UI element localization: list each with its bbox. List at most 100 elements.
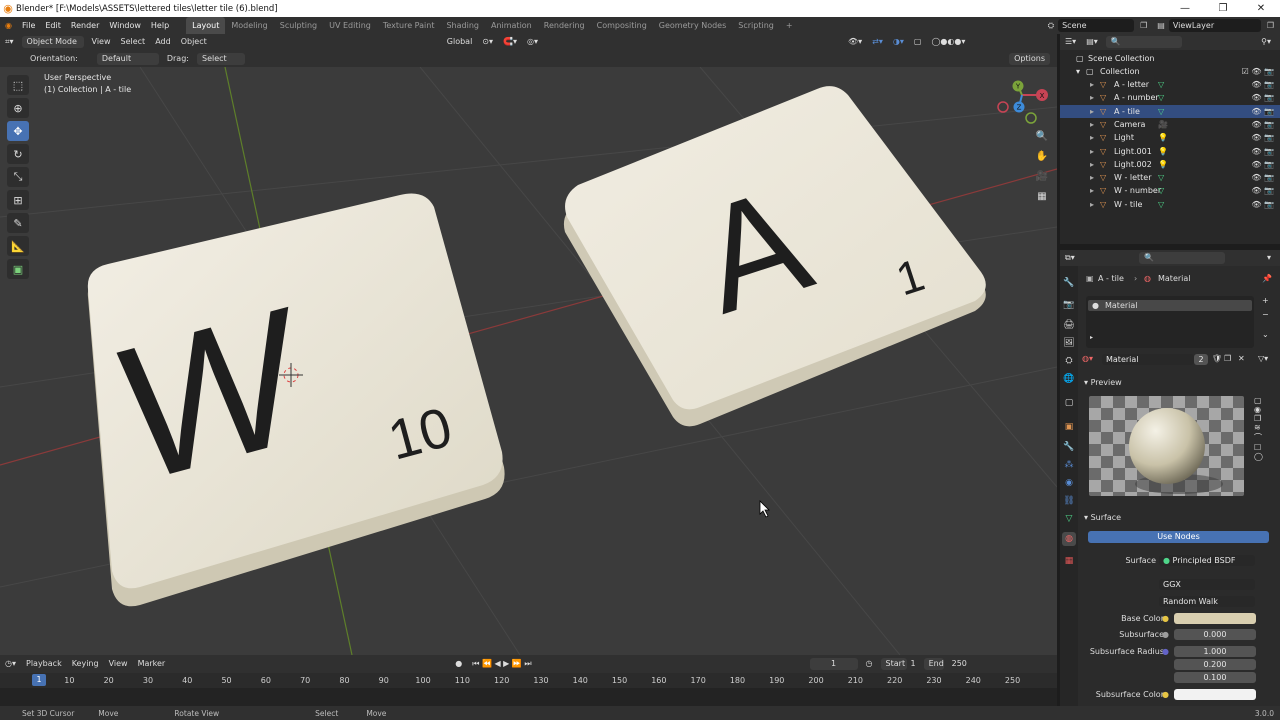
expand-chevron-icon[interactable]: ▸ (1090, 171, 1094, 184)
material-browse-icon[interactable]: ◍▾ (1082, 354, 1093, 363)
properties-editor-icon[interactable]: ⧉▾ (1060, 250, 1080, 266)
gizmo-toggle-icon[interactable]: ⇄▾ (867, 34, 888, 50)
visibility-toggles[interactable]: 👁 📷 (1251, 105, 1274, 118)
add-slot-button[interactable]: + (1262, 296, 1269, 305)
menu-timeline-view[interactable]: View (104, 656, 133, 672)
display-mode-icon[interactable]: ▤▾ (1081, 34, 1103, 50)
visibility-toggles[interactable]: 👁 📷 (1251, 198, 1274, 211)
workspace-tab-uv-editing[interactable]: UV Editing (323, 17, 377, 34)
material-slot-row[interactable]: ● Material (1088, 300, 1252, 311)
end-frame-field[interactable]: 250 (947, 656, 972, 672)
tile-w[interactable]: W 10 (87, 193, 505, 607)
base-color-swatch[interactable] (1174, 613, 1256, 624)
unlink-material-icon[interactable]: ✕ (1238, 354, 1245, 363)
rotate-icon[interactable]: ↻ (7, 144, 29, 164)
timeline-track[interactable] (0, 688, 1057, 706)
menu-keying[interactable]: Keying (67, 656, 104, 672)
expand-chevron-icon[interactable]: ▸ (1090, 118, 1094, 131)
menu-file[interactable]: File (17, 17, 40, 34)
expand-chevron-icon[interactable]: ▸ (1090, 158, 1094, 171)
close-button[interactable]: ✕ (1242, 0, 1280, 17)
move-icon[interactable]: ✥ (7, 121, 29, 141)
record-icon[interactable]: ● (450, 656, 467, 672)
expand-chevron-icon[interactable]: ▸ (1090, 131, 1094, 144)
ortho-toggle-icon[interactable]: ▦ (1032, 187, 1052, 205)
camera-view-icon[interactable]: 🎥 (1032, 167, 1052, 185)
filter-icon[interactable]: ⚲▾ (1256, 34, 1276, 50)
properties-options-icon[interactable]: ▾ (1262, 250, 1276, 266)
physics-tab-icon[interactable]: ◉ (1062, 476, 1076, 490)
subsurface-method-dropdown[interactable]: Random Walk (1159, 596, 1255, 607)
workspace-tab-rendering[interactable]: Rendering (538, 17, 591, 34)
menu-render[interactable]: Render (66, 17, 104, 34)
subsurface-color-swatch[interactable] (1174, 689, 1256, 700)
preview-range-icon[interactable]: ◷ (861, 656, 878, 672)
new-view-layer-icon[interactable]: ❐ (1261, 21, 1280, 30)
subsurface-radius-z[interactable]: 0.100 (1174, 672, 1256, 683)
duplicate-material-icon[interactable]: ❐ (1224, 354, 1231, 363)
view-layer-icon[interactable]: ▤ (1153, 21, 1169, 30)
outliner-item[interactable]: ▸ ▽ W - number ▽ 👁 📷 (1060, 184, 1280, 197)
visibility-toggles[interactable]: 👁 📷 (1251, 184, 1274, 197)
annotate-icon[interactable]: ✎ (7, 213, 29, 233)
data-tab-icon[interactable]: ▽ (1062, 512, 1076, 526)
outliner-item[interactable]: ▸ ▽ A - number ▽ 👁 📷 (1060, 91, 1280, 104)
scale-icon[interactable]: ⤡ (7, 167, 29, 187)
expand-chevron-icon[interactable]: ▸ (1090, 145, 1094, 158)
outliner-item[interactable]: ▸ ▽ Camera 🎥 👁 📷 (1060, 118, 1280, 131)
remove-slot-button[interactable]: − (1262, 310, 1269, 319)
outliner-item[interactable]: ▸ ▽ Light.002 💡 👁 📷 (1060, 158, 1280, 171)
subsurface-field[interactable]: 0.000 (1174, 629, 1256, 640)
3d-viewport[interactable]: A 1 W 10 X Y Z User Perspective (1) Coll… (0, 67, 1057, 655)
drag-dropdown[interactable]: Select Box (196, 52, 245, 75)
measure-icon[interactable]: 📐 (7, 236, 29, 256)
timeline-ruler[interactable]: 1 10 20 30 40 50 60 70 80 90 100 110 120 130 140 150 16… (0, 673, 1057, 688)
material-name-field[interactable]: Material (1102, 354, 1194, 365)
menu-view[interactable]: View (87, 34, 116, 50)
link-type-icon[interactable]: ▽▾ (1258, 354, 1268, 363)
outliner-item[interactable]: ▸ ▽ A - tile ▽ 👁 📷 (1060, 104, 1280, 118)
add-workspace-button[interactable]: + (780, 17, 799, 34)
subsurface-radius-y[interactable]: 0.200 (1174, 659, 1256, 670)
visibility-toggles[interactable]: 👁 📷 (1251, 171, 1274, 184)
menu-playback[interactable]: Playback (21, 656, 67, 672)
workspace-tab-animation[interactable]: Animation (485, 17, 538, 34)
current-frame-marker[interactable]: 1 (32, 674, 46, 686)
visibility-toggles[interactable]: 👁 📷 (1251, 131, 1274, 144)
minimize-button[interactable]: — (1166, 0, 1204, 17)
visibility-toggles[interactable]: 👁 📷 (1251, 158, 1274, 171)
timeline-editor-icon[interactable]: ◷▾ (0, 656, 21, 672)
menu-marker[interactable]: Marker (133, 656, 171, 672)
properties-search-input[interactable]: 🔍 (1139, 252, 1225, 264)
surface-section-header[interactable]: ▾ Surface (1084, 513, 1121, 522)
output-tab-icon[interactable]: 🖨 (1062, 318, 1076, 332)
material-slot-list[interactable]: ● Material ▸ (1086, 296, 1254, 348)
object-tab-icon[interactable]: ▣ (1062, 420, 1076, 434)
outliner-item[interactable]: ▸ ▽ W - tile ▽ 👁 📷 (1060, 198, 1280, 211)
menu-object[interactable]: Object (176, 34, 212, 50)
maximize-button[interactable]: ❐ (1204, 0, 1242, 17)
particles-tab-icon[interactable]: ⁂ (1062, 458, 1076, 472)
preview-type-icons[interactable]: ▢ ◉ ❐ ≋ ⌒ ☐ ◯ (1254, 396, 1263, 461)
outliner-item[interactable]: ▸ ▽ Light.001 💡 👁 📷 (1060, 145, 1280, 158)
xray-toggle-icon[interactable]: ▢ (909, 34, 927, 50)
slot-specials-icon[interactable]: ⌄ (1262, 330, 1269, 339)
distribution-dropdown[interactable]: GGX (1159, 579, 1255, 590)
render-tab-icon[interactable]: 📷 (1062, 298, 1076, 312)
scene-selector[interactable]: Scene (1058, 19, 1135, 32)
object-mode-dropdown[interactable]: Object Mode (21, 36, 84, 48)
workspace-tab-geometry-nodes[interactable]: Geometry Nodes (653, 17, 732, 34)
navigation-gizmo[interactable]: X Y Z (997, 80, 1048, 124)
use-nodes-button[interactable]: Use Nodes (1088, 531, 1269, 543)
subsurface-radius-x[interactable]: 1.000 (1174, 646, 1256, 657)
expand-chevron-icon[interactable]: ▸ (1090, 105, 1094, 118)
select-box-icon[interactable]: ⬚ (7, 75, 29, 95)
tool-tab-icon[interactable]: 🔧 (1062, 276, 1076, 290)
scene-icon[interactable]: ⛭ (1044, 21, 1058, 31)
menu-edit[interactable]: Edit (40, 17, 66, 34)
pivot-icon[interactable]: ⊙▾ (477, 34, 498, 50)
overlay-toggle-icon[interactable]: ◑▾ (888, 34, 909, 50)
expand-chevron-icon[interactable]: ▸ (1090, 78, 1094, 91)
view-layer-selector[interactable]: ViewLayer (1168, 19, 1261, 32)
cursor-icon[interactable]: ⊕ (7, 98, 29, 118)
